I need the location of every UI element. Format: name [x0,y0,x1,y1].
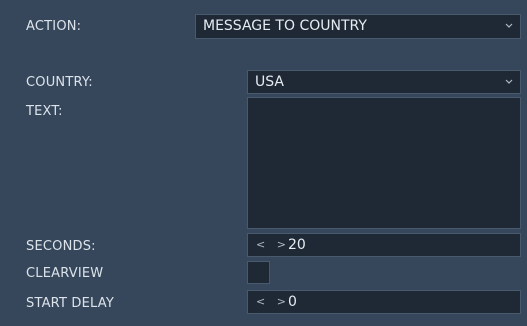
seconds-label: SECONDS: [26,239,96,254]
text-label: TEXT: [26,104,63,119]
message-text-area[interactable] [247,97,521,229]
chevron-down-icon [505,79,513,84]
trigger-action-panel: ACTION: MESSAGE TO COUNTRY COUNTRY: USA … [6,0,521,326]
action-select[interactable]: MESSAGE TO COUNTRY [195,14,521,39]
chevron-down-icon [505,23,513,28]
clearview-checkbox[interactable] [247,261,270,284]
start-delay-label: START DELAY [26,296,115,311]
action-select-value: MESSAGE TO COUNTRY [203,18,367,34]
stepper-arrows-icon[interactable]: < > [256,295,290,308]
country-label: COUNTRY: [26,75,93,90]
start-delay-stepper[interactable]: < > 0 [247,290,521,314]
country-select[interactable]: USA [247,70,521,94]
clearview-label: CLEARVIEW [26,266,104,281]
stepper-arrows-icon[interactable]: < > [256,238,290,251]
seconds-stepper[interactable]: < > 20 [247,233,521,257]
start-delay-value: 0 [288,294,297,310]
action-label: ACTION: [26,19,82,34]
country-select-value: USA [255,74,284,90]
seconds-value: 20 [288,237,306,253]
